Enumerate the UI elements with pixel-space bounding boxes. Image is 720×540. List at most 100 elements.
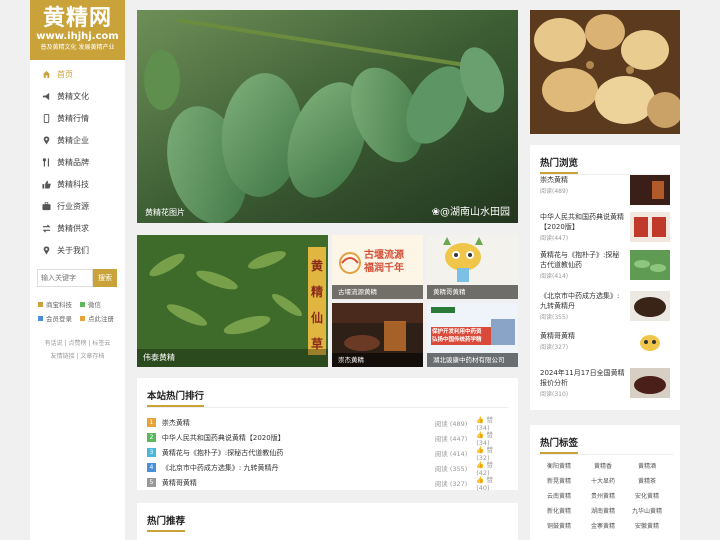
tile-guyan[interactable]: 古堰流源 福润千年 古堰流源黄精	[332, 235, 423, 299]
tile-caption: 崇杰黄精	[332, 353, 423, 367]
tag-link[interactable]: 湖南黄精	[581, 504, 625, 519]
hot-item[interactable]: 2024年11月17日全国黄精报价分析 阅读(310)	[540, 368, 674, 399]
ranking-row[interactable]: 3 黄精花与《抱朴子》:探秘古代道教仙药 阅读 (414) 👍 赞 (32)	[147, 445, 508, 462]
tile-jingge[interactable]: 黄精哥黄精	[427, 235, 518, 299]
tag-link[interactable]: 安化黄精	[625, 489, 669, 504]
tag-link[interactable]: 贵州黄精	[581, 489, 625, 504]
rank-likes[interactable]: 👍 赞 (40)	[476, 474, 508, 492]
rank-views: 阅读 (327)	[434, 479, 468, 488]
rank-number: 1	[147, 418, 156, 427]
nav-item-culture[interactable]: 黄精文化	[30, 85, 125, 107]
tag-link[interactable]: 黄精香	[581, 459, 625, 474]
rank-number: 5	[147, 478, 156, 487]
rank-number: 2	[147, 433, 156, 442]
quick-link-label: 会员登录	[46, 315, 72, 323]
tag-link[interactable]: 十大显药	[581, 474, 625, 489]
main-nav: 首页 黄精文化 黄精行情 黄精企业 黄精品牌 黄精科技 行业资源 黄精供求 关于…	[30, 60, 125, 261]
thumbs-up-icon: 👍	[476, 475, 485, 484]
tile-weitai[interactable]: 黄精仙草 伟泰黄精	[137, 235, 328, 367]
briefcase-icon	[42, 201, 51, 211]
hot-item[interactable]: 中华人民共和国药典说黄精【2020版】 阅读(447)	[540, 212, 674, 243]
quick-link-wechat[interactable]: 微信	[80, 299, 122, 309]
thumbs-up-icon: 👍	[476, 460, 485, 469]
rank-title[interactable]: 崇杰黄精	[162, 418, 435, 428]
quick-link-label: 商宝科技	[46, 301, 72, 309]
nav-item-market[interactable]: 黄精行情	[30, 107, 125, 129]
nav-item-tech[interactable]: 黄精科技	[30, 173, 125, 195]
tag-link[interactable]: 安徽黄精	[625, 519, 669, 534]
ranking-row[interactable]: 5 黄精哥黄精 阅读 (327) 👍 赞 (40)	[147, 474, 508, 492]
quick-link-shangbao[interactable]: 商宝科技	[38, 299, 80, 309]
nav-label: 黄精企业	[57, 135, 89, 145]
tag-link[interactable]: 新晃黄精	[537, 474, 581, 489]
site-logo[interactable]: 黄精网 www.ihjhj.com 普及黄精文化 发展黄精产业	[30, 0, 125, 60]
search-box: 搜索	[37, 269, 118, 287]
rank-title[interactable]: 黄精哥黄精	[162, 478, 435, 488]
thumbs-up-icon: 👍	[476, 430, 485, 439]
utensils-icon	[42, 157, 51, 167]
location-pin-icon	[42, 135, 51, 145]
ranking-panel: 本站热门排行 1 崇杰黄精 阅读 (489) 👍 赞 (34) 2 中华人民共和国药典说黄…	[137, 378, 518, 492]
quick-link-label: 微信	[88, 301, 101, 309]
tag-link[interactable]: 黄精茶	[625, 474, 669, 489]
tag-link[interactable]: 云南黄精	[537, 489, 581, 504]
nav-item-enterprise[interactable]: 黄精企业	[30, 129, 125, 151]
sidebar: 黄精网 www.ihjhj.com 普及黄精文化 发展黄精产业 首页 黄精文化 …	[30, 0, 125, 540]
search-button[interactable]: 搜索	[93, 269, 117, 287]
nav-item-supply[interactable]: 黄精供求	[30, 217, 125, 239]
logo-slogan: 普及黄精文化 发展黄精产业	[40, 44, 115, 51]
search-input[interactable]	[37, 269, 93, 287]
rank-views: 阅读 (489)	[434, 419, 468, 428]
home-icon	[42, 70, 51, 79]
tag-link[interactable]: 铜鼓黄精	[537, 519, 581, 534]
thumbs-up-icon: 👍	[476, 415, 485, 424]
ranking-row[interactable]: 2 中华人民共和国药典说黄精【2020版】 阅读 (447) 👍 赞 (34)	[147, 430, 508, 447]
quick-link-login[interactable]: 会员登录	[38, 313, 80, 323]
hot-item-title: 黄精哥黄精	[540, 332, 575, 340]
hot-item[interactable]: 《北京市中药成方选集》: 九转黄精丹 阅读(355)	[540, 291, 674, 322]
nav-item-home[interactable]: 首页	[30, 63, 125, 85]
thumbs-up-icon	[42, 180, 51, 189]
tile-chongjie[interactable]: 崇杰黄精	[332, 303, 423, 367]
hot-item-thumb	[630, 250, 670, 280]
rank-views: 阅读 (355)	[434, 464, 468, 473]
hero-caption: 黄精花图片	[145, 208, 185, 217]
square-icon	[38, 315, 43, 321]
square-icon	[80, 301, 85, 307]
ranking-row[interactable]: 4 《北京市中药成方选集》: 九转黄精丹 阅读 (355) 👍 赞 (42)	[147, 460, 508, 477]
hot-item-thumb	[630, 175, 670, 205]
recommend-title: 热门推荐	[147, 513, 186, 532]
nav-item-about[interactable]: 关于我们	[30, 239, 125, 261]
tag-link[interactable]: 金寨黄精	[581, 519, 625, 534]
quick-links: 商宝科技 微信 会员登录 点此注册	[38, 297, 125, 325]
quick-link-register[interactable]: 点此注册	[80, 313, 122, 323]
sidebar-ad-image[interactable]	[530, 10, 680, 134]
hero-slider[interactable]: 黄精花图片 ❀@湖南山水田园	[137, 10, 518, 223]
rank-title[interactable]: 黄精花与《抱朴子》:探秘古代道教仙药	[162, 448, 435, 458]
tile-overlay-text: 保护开发利用中药资 弘扬中国传统药学精	[432, 329, 482, 343]
tag-link[interactable]: 九华山黄精	[625, 504, 669, 519]
quick-link-label: 点此注册	[88, 315, 114, 323]
tag-link[interactable]: 黄精酒	[625, 459, 669, 474]
footer-link-row[interactable]: 有话说 | 点赞榜 | 标签云	[30, 337, 125, 350]
hot-item-thumb	[630, 291, 670, 321]
rank-title[interactable]: 中华人民共和国药典说黄精【2020版】	[162, 433, 435, 443]
vertical-banner: 黄精仙草	[310, 259, 323, 351]
hot-item[interactable]: 黄精花与《抱朴子》:探秘古代道教仙药 阅读(414)	[540, 250, 674, 281]
hot-item[interactable]: 崇杰黄精 阅读(489)	[540, 175, 674, 205]
tile-junkang[interactable]: 保护开发利用中药资 弘扬中国传统药学精 湖北骏康中药材有限公司	[427, 303, 518, 367]
ranking-list: 1 崇杰黄精 阅读 (489) 👍 赞 (34) 2 中华人民共和国药典说黄精【2020版…	[147, 415, 508, 492]
rank-views: 阅读 (414)	[434, 449, 468, 458]
hot-item[interactable]: 黄精哥黄精 阅读(327)	[540, 331, 674, 361]
tag-link[interactable]: 衡阳黄精	[537, 459, 581, 474]
megaphone-icon	[42, 92, 51, 101]
nav-item-resources[interactable]: 行业资源	[30, 195, 125, 217]
tag-link[interactable]: 新化黄精	[537, 504, 581, 519]
ranking-row[interactable]: 1 崇杰黄精 阅读 (489) 👍 赞 (34)	[147, 415, 508, 432]
hot-browse-panel: 热门浏览 崇杰黄精 阅读(489) 中华人民共和国药典说黄精【2020版】 阅读…	[530, 145, 680, 410]
rank-title[interactable]: 《北京市中药成方选集》: 九转黄精丹	[162, 463, 435, 473]
nav-item-brand[interactable]: 黄精品牌	[30, 151, 125, 173]
footer-link-row[interactable]: 友情链接 | 文章存档	[30, 350, 125, 363]
tile-caption: 古堰流源黄精	[332, 285, 423, 299]
nav-label: 关于我们	[57, 245, 89, 255]
